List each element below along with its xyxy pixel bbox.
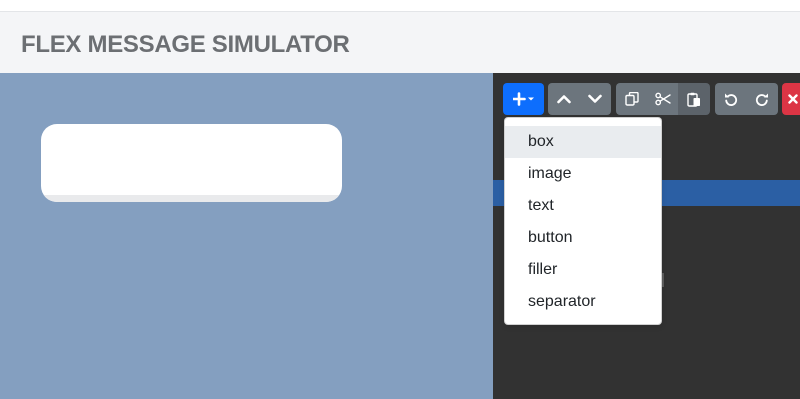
menu-item-text[interactable]: text <box>505 190 661 222</box>
add-component-button[interactable] <box>503 83 544 115</box>
tree-divider <box>662 273 664 287</box>
bubble-footer <box>41 195 342 202</box>
chevron-up-icon <box>556 94 571 104</box>
page-title: FLEX MESSAGE SIMULATOR <box>21 31 350 58</box>
undo-button[interactable] <box>715 83 746 115</box>
copy-button[interactable] <box>616 83 647 115</box>
app-header: FLEX MESSAGE SIMULATOR <box>0 12 800 73</box>
flex-bubble[interactable] <box>41 124 342 202</box>
undo-icon <box>724 92 738 106</box>
paste-button[interactable] <box>678 83 710 115</box>
menu-item-box[interactable]: box <box>505 126 661 158</box>
preview-pane <box>0 73 493 399</box>
scissors-icon <box>654 92 671 106</box>
menu-item-separator[interactable]: separator <box>505 286 661 318</box>
redo-icon <box>755 92 769 106</box>
chevron-down-icon <box>588 94 602 104</box>
plus-caret-icon <box>512 92 535 106</box>
close-icon <box>788 94 798 104</box>
add-component-menu: box image text button filler separator <box>504 117 662 325</box>
menu-item-button[interactable]: button <box>505 222 661 254</box>
move-up-button[interactable] <box>548 83 579 115</box>
cut-button[interactable] <box>647 83 678 115</box>
menu-item-image[interactable]: image <box>505 158 661 190</box>
move-down-button[interactable] <box>579 83 611 115</box>
redo-button[interactable] <box>746 83 778 115</box>
copy-icon <box>624 92 639 106</box>
top-border <box>0 0 800 12</box>
delete-button[interactable] <box>782 83 800 115</box>
clipboard-icon <box>687 92 701 107</box>
menu-item-filler[interactable]: filler <box>505 254 661 286</box>
